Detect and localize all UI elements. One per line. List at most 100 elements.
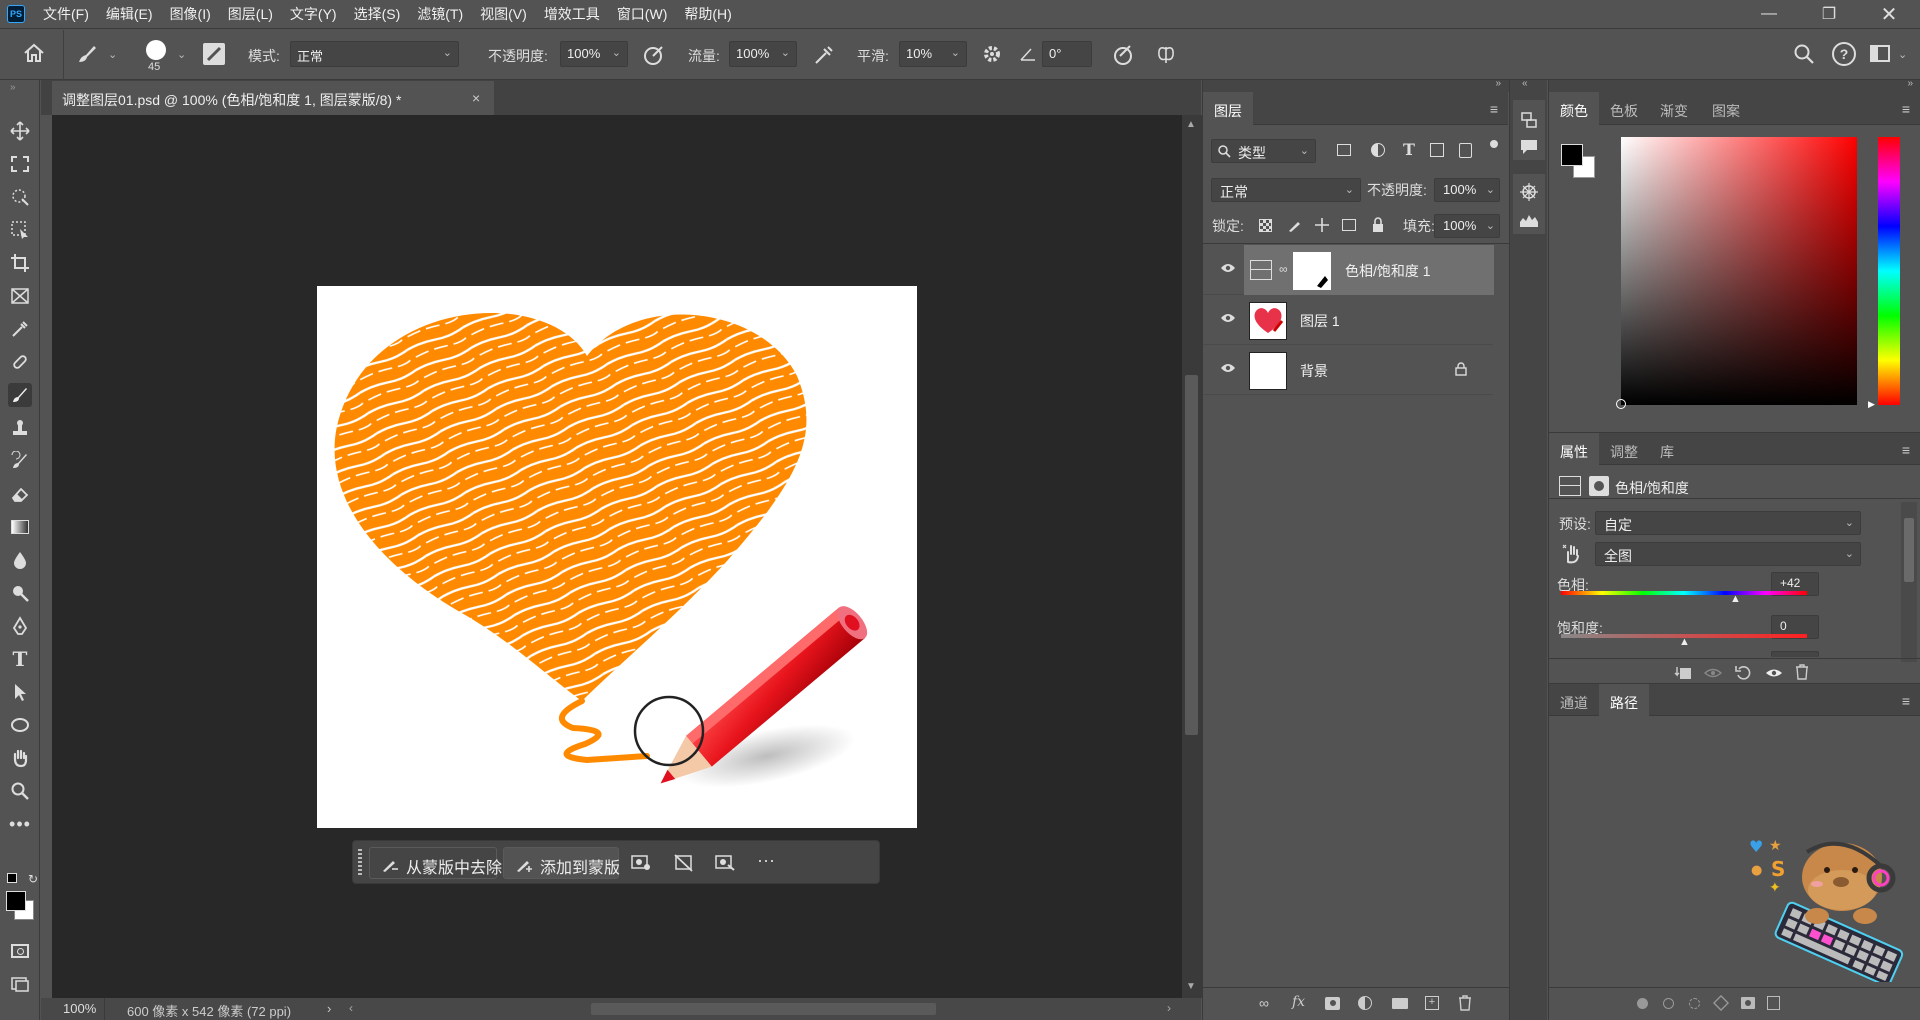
tab-paths[interactable]: 路径 <box>1599 684 1649 717</box>
layer-row[interactable]: ∞ 色相/饱和度 1 <box>1203 245 1494 295</box>
navigator-icon[interactable] <box>1519 182 1539 202</box>
scroll-right-icon[interactable]: › <box>1167 1001 1171 1015</box>
menu-layer[interactable]: 图层(L) <box>228 4 273 24</box>
comment-icon[interactable] <box>1519 138 1539 156</box>
new-adjustment-icon[interactable] <box>1358 996 1372 1010</box>
view-previous-state-icon[interactable] <box>1704 666 1722 680</box>
quick-select-tool-icon[interactable] <box>8 185 32 209</box>
lock-transparency-icon[interactable] <box>1259 219 1272 232</box>
hue-adjust-slider[interactable] <box>1561 591 1807 595</box>
lock-artboard-icon[interactable] <box>1342 219 1356 231</box>
menu-filter[interactable]: 滤镜(T) <box>417 4 463 24</box>
new-group-icon[interactable] <box>1392 998 1408 1009</box>
layer-thumbnail[interactable] <box>1249 352 1287 390</box>
symmetry-icon[interactable] <box>1154 43 1178 70</box>
stroke-path-icon[interactable] <box>1663 998 1674 1009</box>
disable-mask-icon[interactable] <box>674 854 694 875</box>
menu-window[interactable]: 窗口(W) <box>617 4 668 24</box>
hue-slider-marker-icon[interactable]: ▶ <box>1868 399 1875 410</box>
ellipse-tool-icon[interactable] <box>8 713 32 737</box>
document-size-info[interactable]: 600 像素 x 542 像素 (72 ppi) <box>127 1001 291 1020</box>
healing-brush-tool-icon[interactable] <box>8 350 32 374</box>
foreground-color-swatch[interactable] <box>6 891 26 911</box>
quick-mask-icon[interactable] <box>8 939 32 963</box>
histogram-icon[interactable] <box>1519 212 1539 228</box>
screen-mode-icon[interactable] <box>8 972 32 996</box>
more-tools-icon[interactable]: ••• <box>8 812 32 836</box>
toggle-visibility-icon[interactable] <box>1765 666 1783 680</box>
link-icon[interactable]: ∞ <box>1279 262 1288 276</box>
menu-select[interactable]: 选择(S) <box>354 4 401 24</box>
gear-icon[interactable] <box>981 43 1003 68</box>
close-tab-icon[interactable]: × <box>472 90 480 106</box>
brush-tip-icon[interactable] <box>146 40 166 60</box>
color-field[interactable] <box>1621 137 1857 405</box>
hue-slider[interactable] <box>1878 137 1900 405</box>
lock-position-icon[interactable] <box>1314 217 1330 233</box>
saturation-slider-thumb-icon[interactable]: ▲ <box>1679 636 1690 648</box>
fx-icon[interactable]: fx <box>1292 994 1305 1010</box>
panel-menu-icon[interactable]: ≡ <box>1490 101 1498 117</box>
layer-mask-thumbnail[interactable] <box>1293 252 1331 290</box>
expand-icon[interactable]: « <box>1522 78 1528 89</box>
scroll-down-icon[interactable]: ▼ <box>1186 981 1196 992</box>
visibility-eye-icon[interactable] <box>1220 262 1236 274</box>
menu-edit[interactable]: 编辑(E) <box>106 4 153 24</box>
angle-field[interactable]: 0° <box>1042 41 1092 67</box>
hue-slider-thumb-icon[interactable]: ▲ <box>1730 593 1741 605</box>
brush-tool-icon[interactable] <box>8 383 32 407</box>
link-layers-icon[interactable]: ∞ <box>1259 995 1269 1011</box>
filter-toggle-icon[interactable] <box>1490 140 1498 148</box>
blend-mode-select[interactable]: 正常 ⌄ <box>1211 178 1361 202</box>
channel-select[interactable]: 全图 ⌄ <box>1595 542 1861 566</box>
tab-channels[interactable]: 通道 <box>1549 684 1599 717</box>
default-colors-icon[interactable] <box>7 873 17 883</box>
tab-swatches[interactable]: 色板 <box>1599 92 1649 125</box>
fill-field[interactable]: 100% ⌄ <box>1434 214 1500 238</box>
document-canvas[interactable] <box>317 286 917 828</box>
layer-row[interactable]: 图层 1 <box>1203 295 1493 345</box>
trash-icon[interactable] <box>1795 664 1809 680</box>
reset-icon[interactable] <box>1735 665 1751 681</box>
search-icon[interactable] <box>1792 42 1816 69</box>
brush-settings-icon[interactable] <box>203 43 225 65</box>
chevron-right-icon[interactable]: › <box>327 1001 331 1016</box>
tab-gradients[interactable]: 渐变 <box>1649 92 1699 125</box>
panel-menu-icon[interactable]: ≡ <box>1902 693 1910 709</box>
menu-image[interactable]: 图像(I) <box>170 4 211 24</box>
lightness-value-field[interactable] <box>1771 651 1819 657</box>
pen-tool-icon[interactable] <box>8 614 32 638</box>
add-mask-icon[interactable] <box>1741 997 1755 1009</box>
object-select-tool-icon[interactable] <box>8 218 32 242</box>
lock-icon[interactable] <box>1455 362 1467 376</box>
scroll-left-icon[interactable]: ‹ <box>349 1001 353 1015</box>
foreground-color-chip[interactable] <box>1561 144 1583 166</box>
tab-patterns[interactable]: 图案 <box>1701 92 1751 125</box>
marquee-tool-icon[interactable] <box>8 152 32 176</box>
eraser-tool-icon[interactable] <box>8 482 32 506</box>
clone-stamp-tool-icon[interactable] <box>8 416 32 440</box>
frame-tool-icon[interactable] <box>8 284 32 308</box>
path-select-tool-icon[interactable] <box>8 680 32 704</box>
subtract-from-mask-button[interactable]: 从蒙版中去除 <box>369 847 502 879</box>
mask-settings-icon[interactable] <box>631 854 651 875</box>
menu-type[interactable]: 文字(Y) <box>290 4 337 24</box>
blur-tool-icon[interactable] <box>8 548 32 572</box>
collapse-icon[interactable]: » <box>1495 78 1501 89</box>
menu-file[interactable]: 文件(F) <box>43 4 89 24</box>
swap-colors-icon[interactable]: ↻ <box>28 872 38 886</box>
fill-path-icon[interactable] <box>1637 998 1648 1009</box>
vertical-scrollbar[interactable]: ▲ ▼ <box>1182 115 1202 998</box>
tab-libraries[interactable]: 库 <box>1649 433 1685 466</box>
mask-properties-icon[interactable] <box>1589 476 1609 496</box>
zoom-tool-icon[interactable] <box>8 779 32 803</box>
pressure-opacity-icon[interactable] <box>642 43 666 70</box>
airbrush-icon[interactable] <box>812 43 836 70</box>
more-options-icon[interactable]: ··· <box>757 850 775 871</box>
lock-pixels-icon[interactable] <box>1287 218 1302 233</box>
flow-field[interactable]: 100% ⌄ <box>729 41 797 67</box>
collapse-icon[interactable]: » <box>1907 78 1913 89</box>
dodge-tool-icon[interactable] <box>8 581 32 605</box>
visibility-eye-icon[interactable] <box>1220 362 1236 374</box>
tab-layers[interactable]: 图层 <box>1203 92 1253 125</box>
